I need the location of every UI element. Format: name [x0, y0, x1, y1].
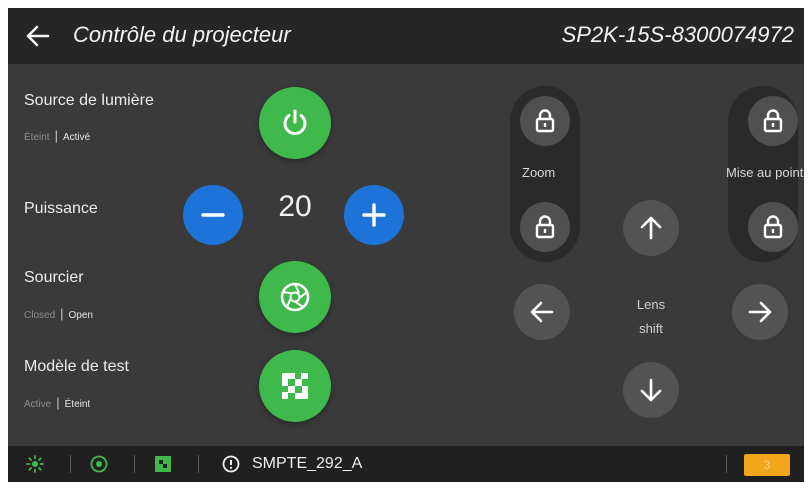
info-icon — [222, 455, 240, 473]
status-bar: SMPTE_292_A 3 — [8, 446, 804, 482]
arrow-left-icon — [530, 301, 554, 323]
lens-shift-down-button[interactable] — [623, 362, 679, 418]
zoom-lock-top-button[interactable] — [520, 96, 570, 146]
status-divider — [134, 455, 135, 473]
light-source-state-on: Activé — [62, 132, 91, 143]
arrow-right-icon — [748, 301, 772, 323]
projector-serial: SP2K-15S-8300074972 — [561, 22, 794, 47]
power-value: 20 — [278, 190, 312, 223]
lens-shift-right-button[interactable] — [732, 284, 788, 340]
power-decrease-button[interactable] — [183, 185, 243, 245]
lock-icon — [535, 215, 555, 239]
arrow-down-icon — [640, 378, 662, 402]
light-source-label: Source de lumière — [24, 92, 154, 109]
test-pattern-state-on: Éteint — [64, 399, 91, 410]
test-pattern-state: Active | Éteint — [24, 395, 90, 410]
state-separator: | — [56, 395, 60, 410]
zoom-lock-bottom-button[interactable] — [520, 202, 570, 252]
plus-icon — [362, 203, 386, 227]
shutter-state: Closed | Open — [24, 306, 93, 321]
header-bar: Contrôle du projecteur SP2K-15S-83000749… — [8, 8, 804, 64]
lens-shift-label-line1: Lens — [636, 297, 666, 312]
lens-shift-up-button[interactable] — [623, 200, 679, 256]
notification-badge[interactable]: 3 — [744, 454, 790, 476]
shutter-state-off: Closed — [24, 310, 56, 321]
focus-lock-bottom-button[interactable] — [748, 202, 798, 252]
checkerboard-icon — [282, 373, 308, 399]
lens-shift-label: Lens shift — [621, 293, 681, 341]
status-divider — [198, 455, 199, 473]
state-separator: | — [54, 128, 58, 143]
test-pattern-label: Modèle de test — [24, 358, 129, 375]
shutter-status-icon — [90, 455, 108, 473]
focus-label: Mise au point — [726, 165, 804, 180]
page-title: Contrôle du projecteur — [73, 22, 291, 47]
test-pattern-status-icon — [154, 455, 172, 473]
lock-icon — [763, 109, 783, 133]
light-source-status-icon — [26, 455, 44, 473]
zoom-label: Zoom — [522, 165, 556, 180]
shutter-button[interactable] — [259, 261, 331, 333]
shutter-state-on: Open — [68, 310, 93, 321]
power-increase-button[interactable] — [344, 185, 404, 245]
power-label: Puissance — [24, 200, 98, 217]
power-icon — [283, 109, 307, 135]
lens-shift-left-button[interactable] — [514, 284, 570, 340]
light-source-power-button[interactable] — [259, 87, 331, 159]
lock-icon — [763, 215, 783, 239]
lens-shift-label-line2: shift — [639, 321, 663, 336]
status-divider — [726, 455, 727, 473]
arrow-up-icon — [640, 216, 662, 240]
minus-icon — [201, 213, 225, 217]
shutter-label: Sourcier — [24, 269, 84, 286]
test-pattern-name: SMPTE_292_A — [252, 455, 363, 472]
light-source-state: Éteint | Activé — [24, 128, 90, 143]
lock-icon — [535, 109, 555, 133]
state-separator: | — [60, 306, 64, 321]
test-pattern-button[interactable] — [259, 350, 331, 422]
light-source-state-off: Éteint — [24, 132, 50, 143]
projector-control-screen: Contrôle du projecteur SP2K-15S-83000749… — [8, 8, 804, 482]
aperture-icon — [280, 282, 310, 312]
test-pattern-state-off: Active — [24, 399, 52, 410]
focus-lock-top-button[interactable] — [748, 96, 798, 146]
back-arrow-icon[interactable] — [26, 25, 50, 47]
status-divider — [70, 455, 71, 473]
